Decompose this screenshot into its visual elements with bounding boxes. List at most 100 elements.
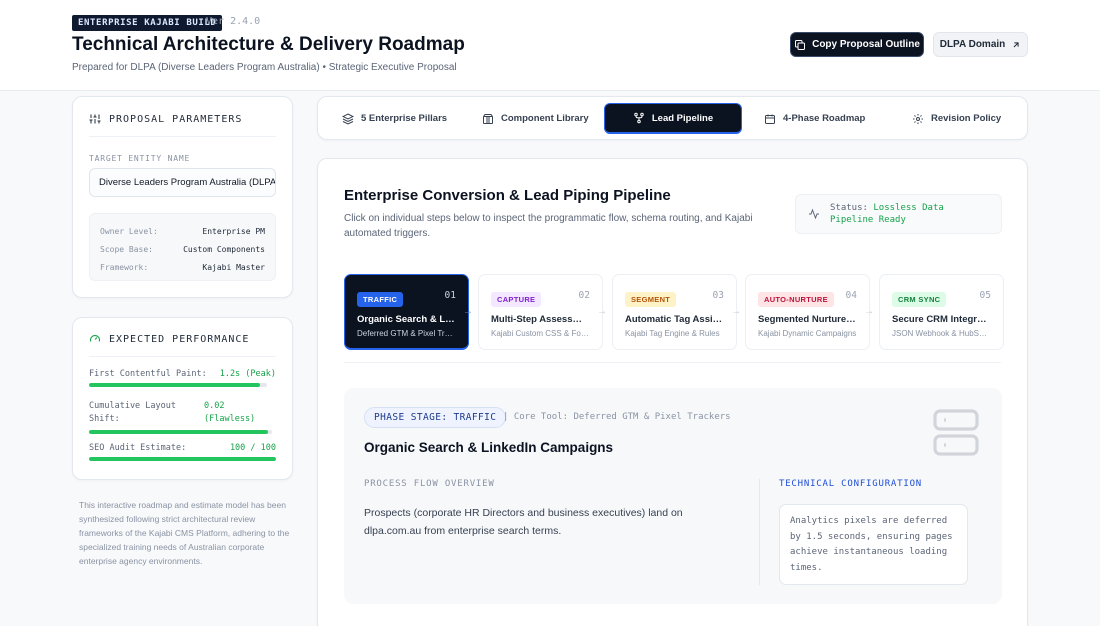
tab-label: 4-Phase Roadmap — [783, 113, 866, 124]
status-value-line2: Pipeline Ready — [830, 215, 906, 225]
tab-label: 5 Enterprise Pillars — [361, 113, 448, 124]
dlpa-domain-label: DLPA Domain — [939, 39, 1006, 50]
pipeline-step-segment[interactable]: SEGMENT 03 Automatic Tag Assignment Kaja… — [612, 274, 737, 350]
copy-icon — [795, 39, 806, 50]
step-tool: Kajabi Custom CSS & Forms — [491, 329, 590, 338]
step-name: Secure CRM Integration — [892, 314, 991, 325]
gauge-icon — [89, 334, 101, 342]
proposal-parameters-card: PROPOSAL PARAMETERS TARGET ENTITY NAME D… — [72, 96, 293, 298]
framework-value: Kajabi Master — [202, 262, 265, 272]
fcp-bar-fill — [89, 383, 260, 387]
step-tag: CRM SYNC — [892, 292, 947, 307]
calendar-icon — [765, 114, 775, 124]
seo-metric: SEO Audit Estimate: 100 / 100 — [89, 443, 276, 461]
fcp-value: 1.2s (Peak) — [219, 369, 276, 379]
sliders-icon — [89, 114, 101, 124]
process-flow-label: PROCESS FLOW OVERVIEW — [364, 479, 495, 489]
pipeline-description: Click on individual steps below to inspe… — [344, 213, 753, 239]
status-text: Status: Lossless Data Pipeline Ready — [830, 202, 944, 226]
divider — [344, 362, 1001, 363]
tab-lead-pipeline[interactable]: Lead Pipeline — [604, 103, 742, 134]
pipeline-status: Status: Lossless Data Pipeline Ready — [795, 194, 1002, 234]
scope-base-key: Scope Base: — [100, 244, 153, 254]
page-header: ENTERPRISE KAJABI BUILD Ver 2.4.0 Techni… — [0, 0, 1100, 91]
copy-proposal-button[interactable]: Copy Proposal Outline — [790, 32, 924, 57]
tab-label: Revision Policy — [931, 113, 1002, 124]
owner-level-row: Owner Level: Enterprise PM — [100, 222, 265, 240]
arrow-right-icon: → — [463, 306, 473, 317]
tab-label: Component Library — [501, 113, 589, 124]
target-entity-input[interactable]: Diverse Leaders Program Australia (DLPA) — [89, 168, 276, 197]
divider — [89, 136, 276, 137]
tab-label: Lead Pipeline — [651, 112, 714, 124]
step-tool: JSON Webhook & HubSpot Sync — [892, 329, 991, 338]
tab-component-library[interactable]: Component Library — [482, 103, 589, 134]
pipeline-step-capture[interactable]: CAPTURE 02 Multi-Step Assessment Forms K… — [478, 274, 603, 350]
cls-value: 0.02 (Flawless) — [204, 401, 256, 424]
methodology-footnote: This interactive roadmap and estimate mo… — [79, 500, 290, 566]
step-detail-title: Organic Search & LinkedIn Campaigns — [364, 440, 614, 455]
fcp-bar — [89, 383, 267, 387]
status-key: Status: — [830, 203, 868, 213]
scope-base-row: Scope Base: Custom Components — [100, 240, 265, 258]
core-tool-label: | Core Tool: Deferred GTM & Pixel Tracke… — [503, 412, 731, 422]
owner-level-value: Enterprise PM — [202, 226, 265, 236]
step-tag: SEGMENT — [625, 292, 677, 307]
git-fork-icon — [634, 112, 644, 124]
expected-performance-heading: EXPECTED PERFORMANCE — [89, 333, 249, 345]
dlpa-domain-button[interactable]: DLPA Domain — [933, 32, 1028, 57]
step-tag: AUTO-NURTURE — [758, 292, 834, 307]
scope-base-value: Custom Components — [183, 244, 265, 254]
tab-4-phase-roadmap[interactable]: 4-Phase Roadmap — [764, 103, 865, 134]
activity-icon — [809, 208, 819, 220]
expected-performance-card: EXPECTED PERFORMANCE First Contentful Pa… — [72, 317, 293, 480]
cls-label: Cumulative Layout Shift: — [89, 401, 176, 424]
owner-level-key: Owner Level: — [100, 226, 158, 236]
settings-icon — [913, 113, 923, 124]
seo-bar-fill — [89, 457, 276, 461]
step-detail-panel: PHASE STAGE: TRAFFIC | Core Tool: Deferr… — [344, 388, 1002, 604]
seo-value: 100 / 100 — [229, 443, 276, 453]
step-tool: Deferred GTM & Pixel Trackers — [357, 329, 456, 338]
cls-bar — [89, 430, 272, 434]
pipeline-step-traffic[interactable]: TRAFFIC 01 Organic Search & LinkedIn Cam… — [344, 274, 469, 350]
proposal-parameters-heading: PROPOSAL PARAMETERS — [89, 113, 242, 125]
step-name: Segmented Nurture Sequences — [758, 314, 857, 325]
page-title: Technical Architecture & Delivery Roadma… — [72, 34, 465, 55]
cls-bar-fill — [89, 430, 269, 434]
seo-label: SEO Audit Estimate: — [89, 443, 187, 453]
technical-config-text: Analytics pixels are deferred by 1.5 sec… — [779, 504, 968, 585]
package-icon — [483, 113, 493, 124]
arrow-right-icon: → — [731, 306, 741, 317]
process-flow-text: Prospects (corporate HR Directors and bu… — [364, 507, 683, 537]
framework-key: Framework: — [100, 262, 149, 272]
layers-icon — [342, 112, 354, 125]
step-number: 04 — [845, 290, 857, 301]
pipeline-title: Enterprise Conversion & Lead Piping Pipe… — [344, 187, 671, 204]
pipeline-step-crm-sync[interactable]: CRM SYNC 05 Secure CRM Integration JSON … — [879, 274, 1004, 350]
cls-metric: Cumulative Layout Shift: 0.02 (Flawless) — [89, 400, 276, 434]
step-tool: Kajabi Dynamic Campaigns — [758, 329, 857, 338]
external-link-icon — [1013, 41, 1019, 47]
step-name: Automatic Tag Assignment — [625, 314, 724, 325]
expected-performance-title: EXPECTED PERFORMANCE — [109, 333, 250, 345]
tab-enterprise-pillars[interactable]: 5 Enterprise Pillars — [342, 103, 447, 134]
divider — [759, 479, 760, 585]
step-tag: TRAFFIC — [357, 292, 404, 307]
tab-revision-policy[interactable]: Revision Policy — [912, 103, 1001, 134]
step-number: 01 — [444, 290, 456, 301]
pipeline-step-auto-nurture[interactable]: AUTO-NURTURE 04 Segmented Nurture Sequen… — [745, 274, 870, 350]
fcp-label: First Contentful Paint: — [89, 369, 207, 379]
seo-bar — [89, 457, 276, 461]
server-icon — [933, 409, 979, 456]
arrow-right-icon: → — [864, 306, 874, 317]
step-number: 05 — [979, 290, 991, 301]
step-name: Organic Search & LinkedIn Campaigns — [357, 314, 456, 325]
step-number: 02 — [578, 290, 590, 301]
technical-config-label: TECHNICAL CONFIGURATION — [779, 479, 923, 489]
proposal-parameters-title: PROPOSAL PARAMETERS — [109, 113, 243, 125]
version-label: Ver 2.4.0 — [206, 16, 261, 27]
divider — [89, 356, 276, 357]
step-tool: Kajabi Tag Engine & Rules — [625, 329, 720, 338]
parameters-summary: Owner Level: Enterprise PM Scope Base: C… — [89, 213, 276, 281]
